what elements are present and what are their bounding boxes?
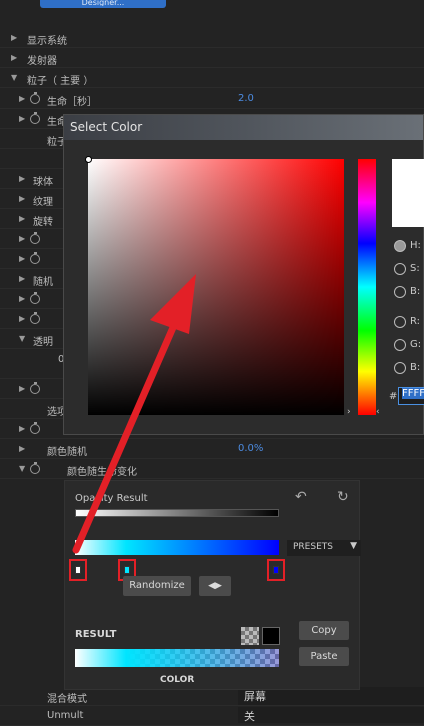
row-label: 生命［秒］ xyxy=(47,97,97,108)
opacity-result-label: Opacity Result xyxy=(75,493,148,504)
row-life[interactable]: ▶ 生命［秒］ 2.0 xyxy=(0,89,424,109)
unmult-dropdown[interactable]: 关 xyxy=(238,707,424,723)
expand-icon[interactable]: ▶ xyxy=(19,194,25,203)
expand-icon[interactable]: ▶ xyxy=(11,53,17,62)
row-label: 球体 xyxy=(33,177,53,188)
s-label: S: xyxy=(410,263,420,274)
hue-arrow-left-icon[interactable]: › xyxy=(347,407,351,417)
presets-dropdown[interactable]: PRESETS ▼ xyxy=(287,540,361,556)
expand-icon[interactable]: ▶ xyxy=(11,33,17,42)
stopwatch-icon[interactable] xyxy=(30,252,40,264)
row-particles[interactable]: ▼ 粒子（ 主要 ） xyxy=(0,68,424,88)
row-label: 颜色随机 xyxy=(47,447,87,458)
expand-icon[interactable]: ▶ xyxy=(19,214,25,223)
collapse-icon[interactable]: ▼ xyxy=(19,334,25,343)
collapse-icon[interactable]: ▼ xyxy=(11,73,17,82)
h-label: H: xyxy=(410,240,421,251)
expand-icon[interactable]: ▶ xyxy=(19,254,25,263)
color-picker-handle[interactable] xyxy=(85,156,92,163)
hex-hash: # xyxy=(389,391,398,402)
expand-icon[interactable]: ▶ xyxy=(19,114,25,123)
stopwatch-icon[interactable] xyxy=(30,462,40,474)
row-label: 纹理 xyxy=(33,197,53,208)
b-label: B: xyxy=(410,286,421,297)
expand-icon[interactable]: ▶ xyxy=(19,234,25,243)
transparent-bg-toggle[interactable] xyxy=(241,627,259,645)
gradient-stop-white[interactable] xyxy=(69,559,87,581)
color-label: COLOR xyxy=(160,675,195,685)
expand-icon[interactable]: ▶ xyxy=(19,444,25,453)
result-gradient-bar xyxy=(75,649,279,667)
stopwatch-icon[interactable] xyxy=(30,422,40,434)
expand-icon[interactable]: ▶ xyxy=(19,424,25,433)
g-label: G: xyxy=(410,339,422,350)
chevron-down-icon: ▼ xyxy=(350,541,357,551)
result-label: RESULT xyxy=(75,629,117,640)
blue-label: B: xyxy=(410,362,421,373)
row-label: Unmult xyxy=(47,710,84,721)
expand-icon[interactable]: ▶ xyxy=(19,94,25,103)
randomize-button[interactable]: Randomize xyxy=(123,576,191,596)
radio-h[interactable] xyxy=(394,240,406,252)
expand-icon[interactable]: ▶ xyxy=(19,384,25,393)
color-random-value[interactable]: 0.0% xyxy=(238,443,263,454)
gradient-stop-blue[interactable] xyxy=(267,559,285,581)
stopwatch-icon[interactable] xyxy=(30,232,40,244)
row-color-over-life[interactable]: ▼ 颜色随生命变化 xyxy=(0,459,424,479)
select-color-dialog: Select Color › ‹ H: S: B: R: G: B: # FFF… xyxy=(63,114,424,435)
color-preview xyxy=(392,159,424,227)
stopwatch-icon[interactable] xyxy=(30,292,40,304)
row-display-system[interactable]: ▶ 显示系统 xyxy=(0,28,424,48)
paste-button[interactable]: Paste xyxy=(299,647,349,666)
stopwatch-icon[interactable] xyxy=(30,382,40,394)
gradient-editor-panel: Opacity Result ↶ ↻ PRESETS ▼ Randomize ◀▶… xyxy=(64,480,361,690)
stopwatch-icon[interactable] xyxy=(30,112,40,124)
row-label: 发射器 xyxy=(27,56,57,67)
radio-r[interactable] xyxy=(394,316,406,328)
reverse-gradient-button[interactable]: ◀▶ xyxy=(199,576,231,596)
collapse-icon[interactable]: ▼ xyxy=(19,464,25,473)
r-label: R: xyxy=(410,316,421,327)
row-label: 粒子（ 主要 ） xyxy=(27,76,94,87)
copy-button[interactable]: Copy xyxy=(299,621,349,640)
row-color-random[interactable]: ▶ 颜色随机 0.0% xyxy=(0,439,424,459)
expand-icon[interactable]: ▶ xyxy=(19,174,25,183)
radio-blue[interactable] xyxy=(394,362,406,374)
undo-icon[interactable]: ↶ xyxy=(295,489,307,505)
row-label: 随机 xyxy=(33,277,53,288)
row-emitter[interactable]: ▶ 发射器 xyxy=(0,48,424,68)
stopwatch-icon[interactable] xyxy=(30,92,40,104)
radio-b[interactable] xyxy=(394,286,406,298)
saturation-brightness-field[interactable] xyxy=(85,156,344,415)
hue-slider[interactable] xyxy=(358,159,376,415)
hue-arrow-right-icon[interactable]: ‹ xyxy=(376,407,380,417)
row-label: 透明 xyxy=(33,337,53,348)
hex-input[interactable]: FFFF xyxy=(398,387,424,405)
row-label: 混合模式 xyxy=(47,694,87,705)
reset-icon[interactable]: ↻ xyxy=(337,489,349,505)
radio-g[interactable] xyxy=(394,339,406,351)
designer-button[interactable]: Designer... xyxy=(40,0,166,8)
row-label: 显示系统 xyxy=(27,36,67,47)
expand-icon[interactable]: ▶ xyxy=(19,294,25,303)
expand-icon[interactable]: ▶ xyxy=(19,314,25,323)
color-gradient-bar[interactable] xyxy=(75,540,279,555)
dialog-title: Select Color xyxy=(64,115,423,140)
black-bg-toggle[interactable] xyxy=(262,627,280,645)
row-label: 颜色随生命变化 xyxy=(67,467,137,478)
life-value[interactable]: 2.0 xyxy=(238,93,254,104)
row-label: 旋转 xyxy=(33,217,53,228)
radio-s[interactable] xyxy=(394,263,406,275)
expand-icon[interactable]: ▶ xyxy=(19,274,25,283)
opacity-gradient-bar[interactable] xyxy=(75,509,279,517)
stopwatch-icon[interactable] xyxy=(30,312,40,324)
